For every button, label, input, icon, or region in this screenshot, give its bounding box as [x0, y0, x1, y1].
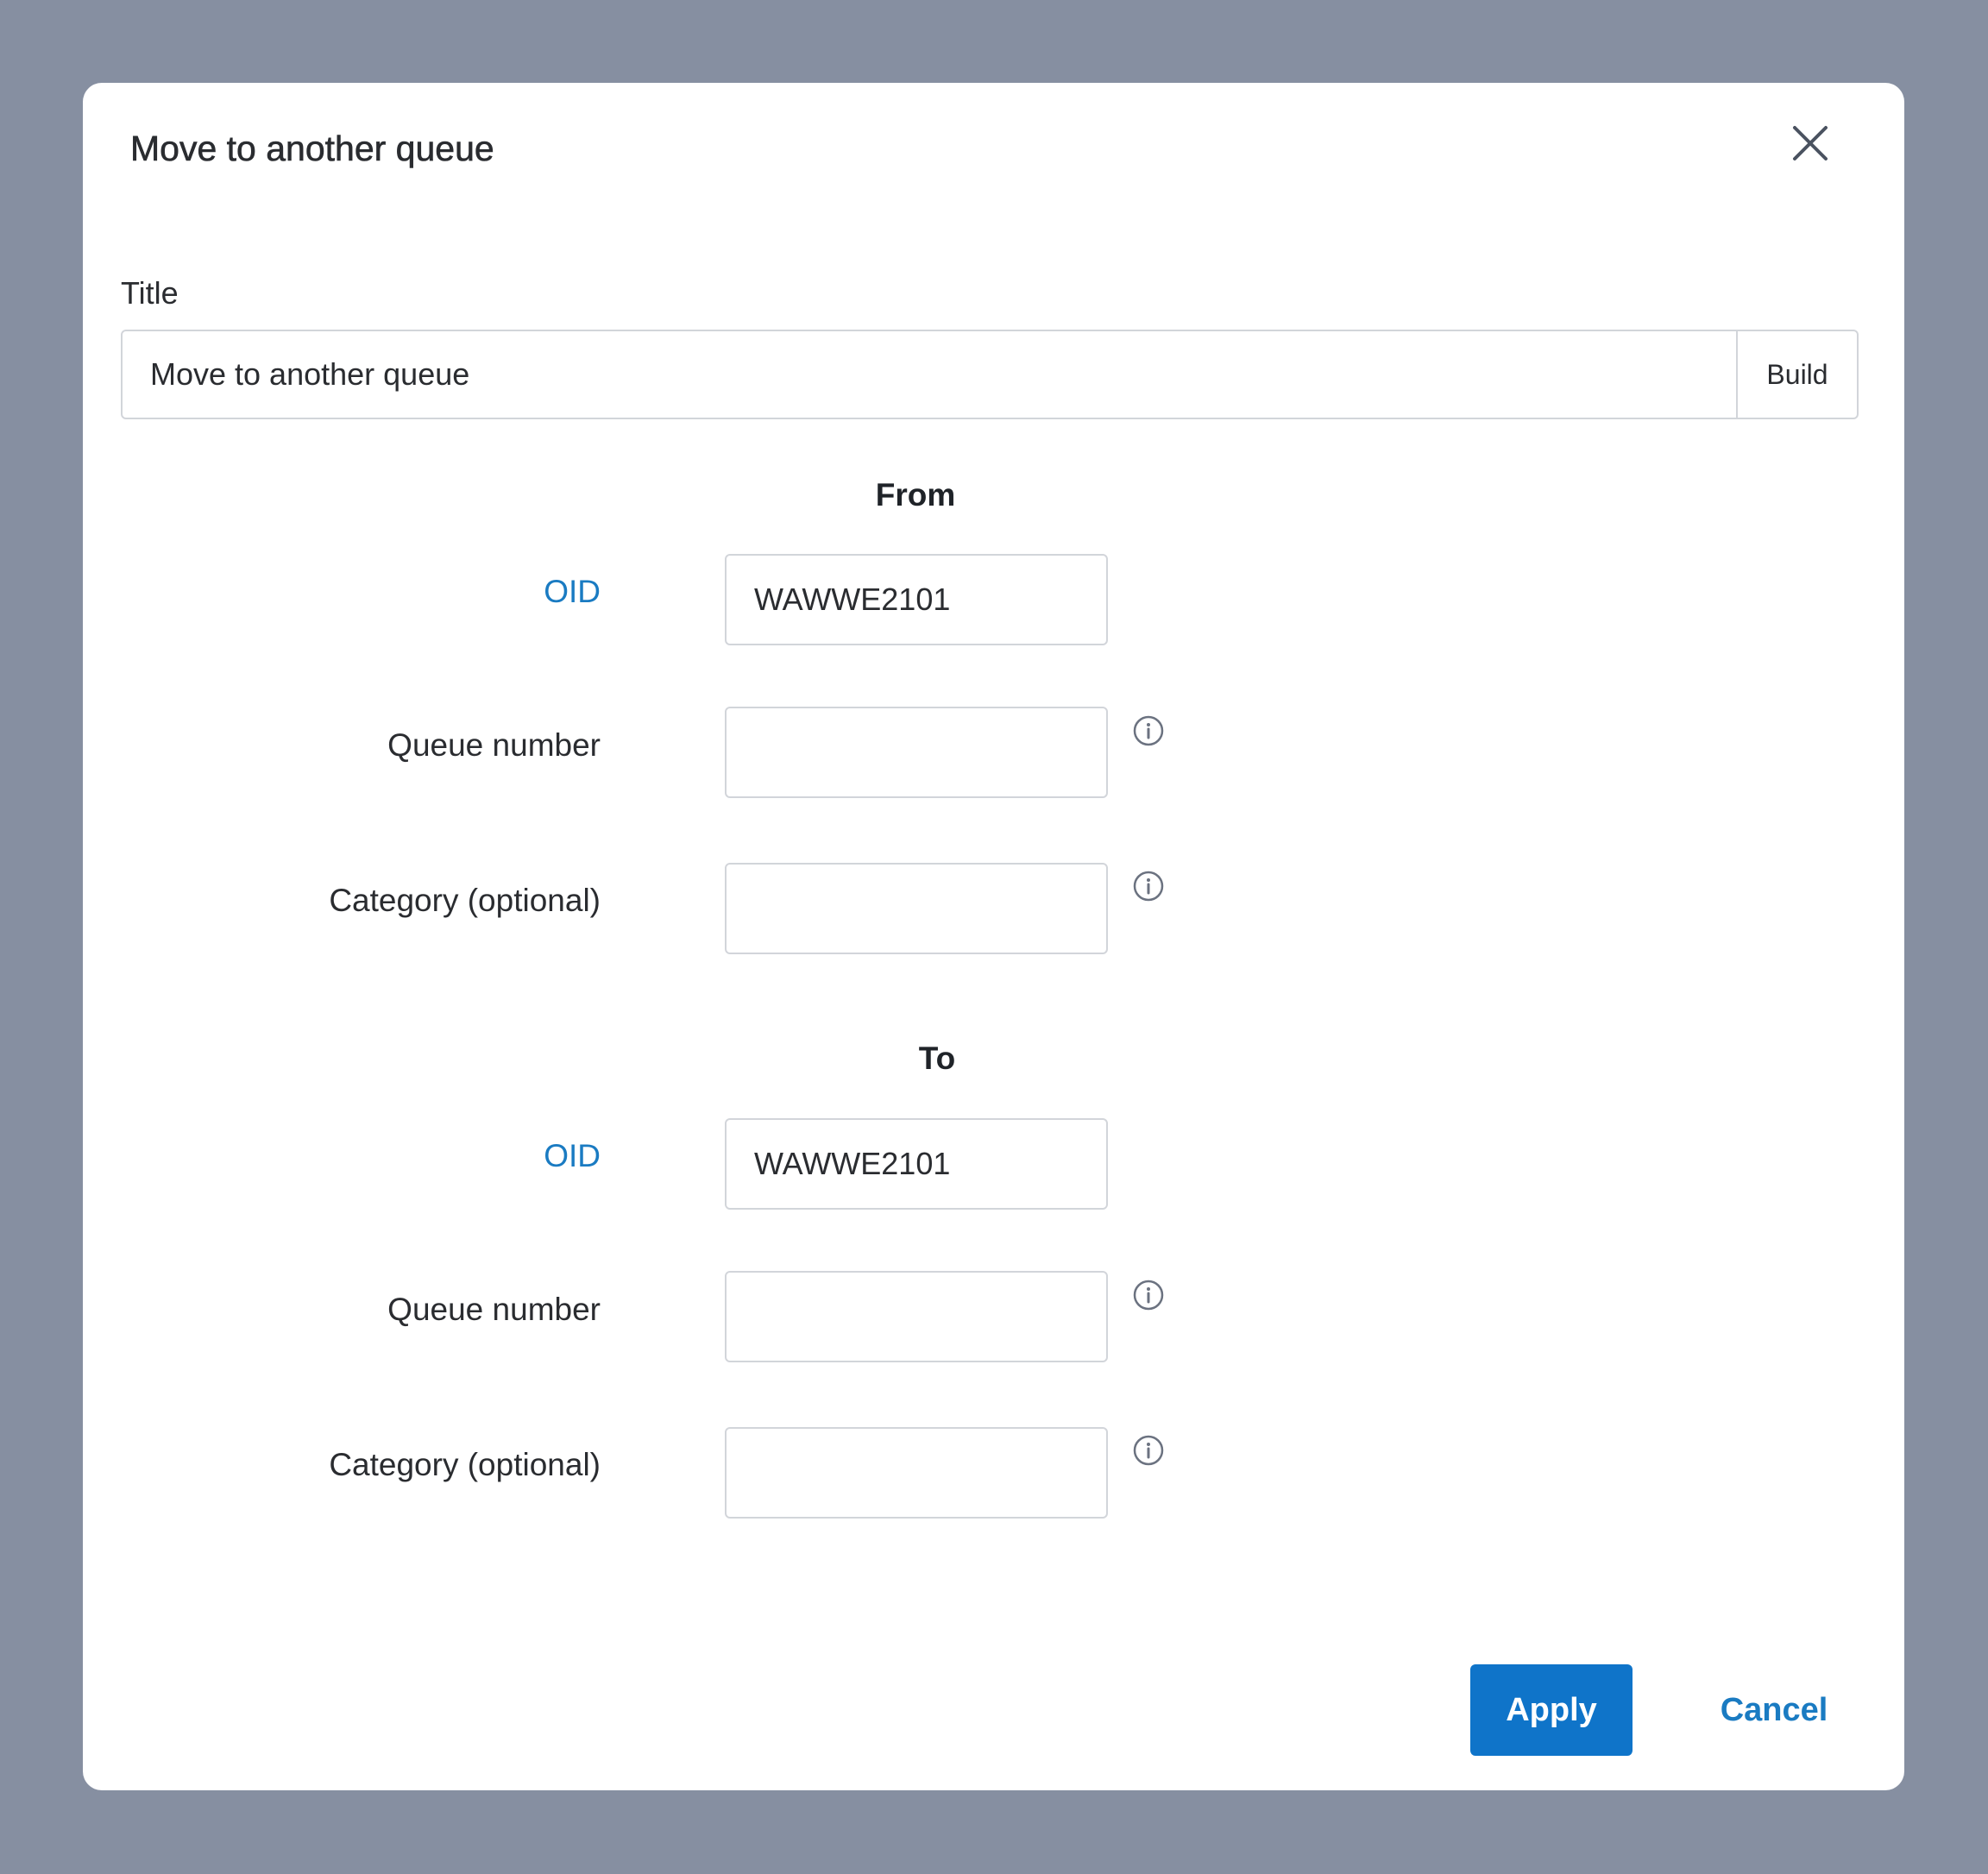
apply-button[interactable]: Apply	[1470, 1664, 1633, 1756]
to-oid-input[interactable]	[725, 1118, 1108, 1210]
from-category-info-icon[interactable]	[1132, 870, 1165, 902]
to-category-input[interactable]	[725, 1427, 1108, 1519]
move-queue-dialog: Move to another queue Title Build From O…	[83, 83, 1904, 1790]
close-icon	[1793, 126, 1828, 160]
to-queue-number-label: Queue number	[387, 1292, 601, 1327]
to-category-info-icon[interactable]	[1132, 1434, 1165, 1467]
title-label: Title	[121, 275, 179, 311]
to-oid-link[interactable]: OID	[83, 1137, 601, 1175]
to-queue-number-info-icon[interactable]	[1132, 1279, 1165, 1311]
close-button[interactable]	[1788, 121, 1833, 166]
dialog-title: Move to another queue	[130, 129, 494, 169]
from-queue-number-input[interactable]	[725, 707, 1108, 798]
from-queue-number-label: Queue number	[387, 727, 601, 763]
from-oid-link[interactable]: OID	[83, 573, 601, 611]
from-category-input[interactable]	[725, 863, 1108, 954]
title-input[interactable]	[123, 331, 1736, 418]
from-heading: From	[875, 477, 956, 513]
from-category-label: Category (optional)	[329, 883, 601, 918]
title-input-group: Build	[121, 330, 1859, 419]
to-category-label: Category (optional)	[329, 1447, 601, 1482]
from-queue-number-info-icon[interactable]	[1132, 714, 1165, 747]
build-button[interactable]: Build	[1736, 331, 1857, 418]
to-heading: To	[918, 1041, 956, 1076]
to-queue-number-input[interactable]	[725, 1271, 1108, 1362]
cancel-button[interactable]: Cancel	[1696, 1664, 1852, 1756]
from-oid-input[interactable]	[725, 554, 1108, 645]
